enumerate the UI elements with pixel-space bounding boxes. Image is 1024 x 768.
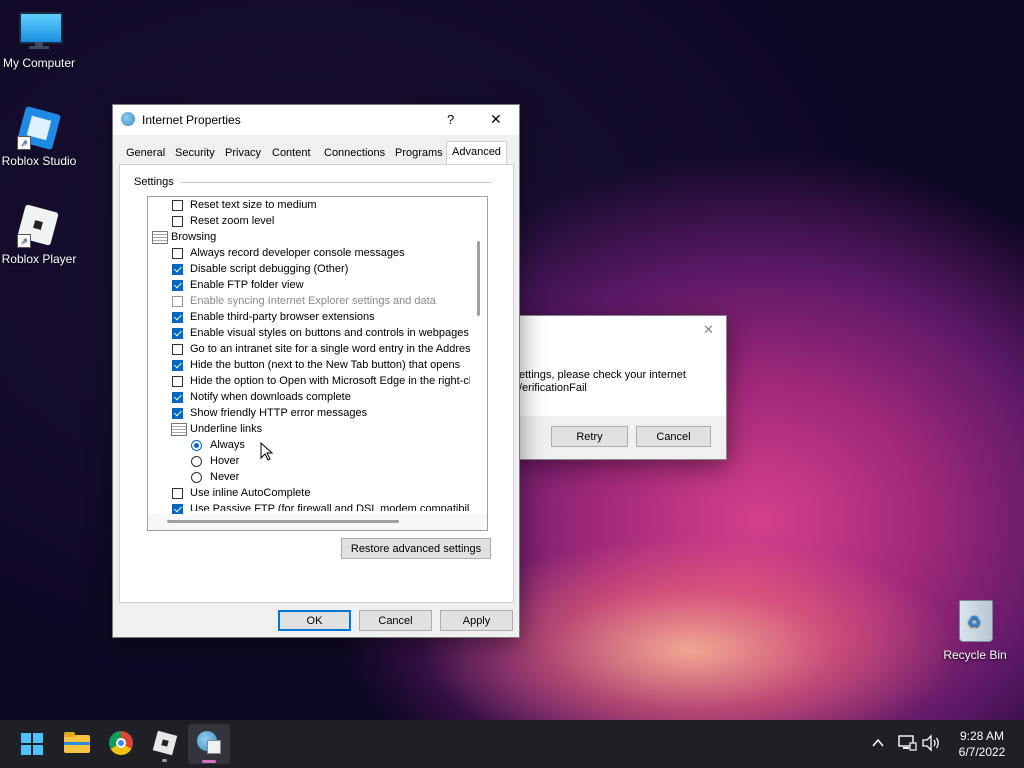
error-cancel-button[interactable]: Cancel: [636, 426, 711, 447]
setting-label: Enable syncing Internet Explorer setting…: [190, 295, 436, 307]
monitor-icon: [17, 10, 63, 50]
setting-label: Show friendly HTTP error messages: [190, 407, 368, 419]
desktop-icon-my-computer[interactable]: My Computer: [0, 10, 78, 70]
close-icon[interactable]: ✕: [703, 322, 714, 338]
internet-options-icon[interactable]: [194, 728, 224, 763]
desktop-icon-label: Roblox Studio: [1, 154, 77, 168]
setting-label: Use inline AutoComplete: [190, 487, 311, 499]
error-message-line-1: ettings, please check your internet: [519, 369, 686, 381]
checkbox[interactable]: [172, 344, 183, 355]
radio-label: Never: [210, 471, 240, 483]
clock-time[interactable]: 9:28 AM: [950, 729, 1014, 743]
retry-button[interactable]: Retry: [551, 426, 628, 447]
radio-button[interactable]: [191, 472, 202, 483]
desktop-icon-roblox-player[interactable]: ↗ Roblox Player: [0, 204, 78, 266]
error-message-line-2: /erificationFail: [519, 382, 587, 394]
windows-start-icon[interactable]: [18, 728, 48, 758]
help-button[interactable]: ?: [447, 112, 454, 127]
setting-label: Enable visual styles on buttons and cont…: [190, 327, 469, 339]
radio-button[interactable]: [191, 440, 202, 451]
apply-button[interactable]: Apply: [440, 610, 513, 631]
checkbox[interactable]: [172, 200, 183, 211]
internet-options-icon: [121, 112, 135, 126]
settings-group-line: [180, 182, 492, 183]
vertical-scrollbar-thumb[interactable]: [477, 241, 480, 316]
setting-label: Reset zoom level: [190, 215, 275, 227]
network-icon[interactable]: [897, 734, 917, 752]
setting-label: Notify when downloads complete: [190, 391, 351, 403]
checkbox[interactable]: [172, 312, 183, 323]
volume-icon[interactable]: [921, 734, 941, 752]
close-button[interactable]: ✕: [490, 111, 502, 128]
tab-page-advanced: Settings Reset text size to medium Reset…: [119, 164, 514, 603]
setting-label: Use Passive FTP (for firewall and DSL mo…: [190, 503, 470, 511]
checkbox[interactable]: [172, 360, 183, 371]
setting-label: Hide the option to Open with Microsoft E…: [190, 375, 470, 387]
internet-properties-window: Internet Properties ? ✕ General Security…: [112, 104, 520, 638]
checkbox[interactable]: [172, 392, 183, 403]
desktop-icon-recycle-bin[interactable]: ♻ Recycle Bin: [936, 598, 1014, 662]
desktop-icon-label: Recycle Bin: [943, 648, 1007, 662]
tab-advanced[interactable]: Advanced: [446, 141, 507, 165]
recycle-bin-icon: ♻: [955, 598, 995, 642]
category-folder-icon: [152, 231, 168, 244]
roblox-studio-icon: ↗: [16, 105, 62, 151]
title-bar[interactable]: Internet Properties ? ✕: [113, 105, 519, 135]
setting-label: Disable script debugging (Other): [190, 263, 349, 275]
subcategory-label: Underline links: [190, 423, 263, 435]
error-dialog-content-area: [517, 316, 726, 416]
tab-security[interactable]: Security: [170, 143, 220, 163]
radio-label: Always: [210, 439, 245, 451]
checkbox[interactable]: [172, 216, 183, 227]
setting-label: Always record developer console messages: [190, 247, 405, 259]
desktop-icon-label: Roblox Player: [1, 252, 77, 266]
setting-label: Reset text size to medium: [190, 199, 317, 211]
mouse-cursor-icon: [260, 442, 274, 461]
chevron-up-icon[interactable]: [871, 737, 885, 749]
checkbox[interactable]: [172, 488, 183, 499]
checkbox[interactable]: [172, 408, 183, 419]
clock-date[interactable]: 6/7/2022: [950, 745, 1014, 759]
setting-label: Go to an intranet site for a single word…: [190, 343, 470, 355]
ok-button[interactable]: OK: [278, 610, 351, 631]
settings-tree[interactable]: Reset text size to medium Reset zoom lev…: [147, 196, 488, 531]
cancel-button[interactable]: Cancel: [359, 610, 432, 631]
settings-group-label: Settings: [134, 176, 174, 188]
setting-label: Enable third-party browser extensions: [190, 311, 375, 323]
checkbox[interactable]: [172, 328, 183, 339]
roblox-icon[interactable]: [150, 728, 180, 762]
checkbox: [172, 296, 183, 307]
checkbox[interactable]: [172, 264, 183, 275]
roblox-player-icon: ↗: [17, 204, 61, 248]
tab-programs[interactable]: Programs: [390, 143, 448, 163]
radio-label: Hover: [210, 455, 240, 467]
tab-connections[interactable]: Connections: [319, 143, 390, 163]
desktop-icon-label: My Computer: [2, 56, 76, 70]
radio-button[interactable]: [191, 456, 202, 467]
chrome-icon[interactable]: [106, 728, 136, 758]
subcategory-folder-icon: [171, 423, 187, 436]
tab-content[interactable]: Content: [267, 143, 316, 163]
restore-advanced-settings-button[interactable]: Restore advanced settings: [341, 538, 491, 559]
error-dialog: ✕ ettings, please check your internet /e…: [516, 315, 727, 460]
checkbox[interactable]: [172, 376, 183, 387]
desktop-icon-roblox-studio[interactable]: ↗ Roblox Studio: [0, 105, 78, 168]
category-label: Browsing: [171, 231, 217, 243]
window-title: Internet Properties: [142, 113, 241, 127]
setting-label: Hide the button (next to the New Tab but…: [190, 359, 461, 371]
tab-general[interactable]: General: [121, 143, 170, 163]
horizontal-scrollbar-thumb[interactable]: [167, 520, 399, 523]
file-explorer-icon[interactable]: [62, 728, 92, 758]
checkbox[interactable]: [172, 280, 183, 291]
tab-privacy[interactable]: Privacy: [220, 143, 266, 163]
checkbox[interactable]: [172, 248, 183, 259]
setting-label: Enable FTP folder view: [190, 279, 304, 291]
